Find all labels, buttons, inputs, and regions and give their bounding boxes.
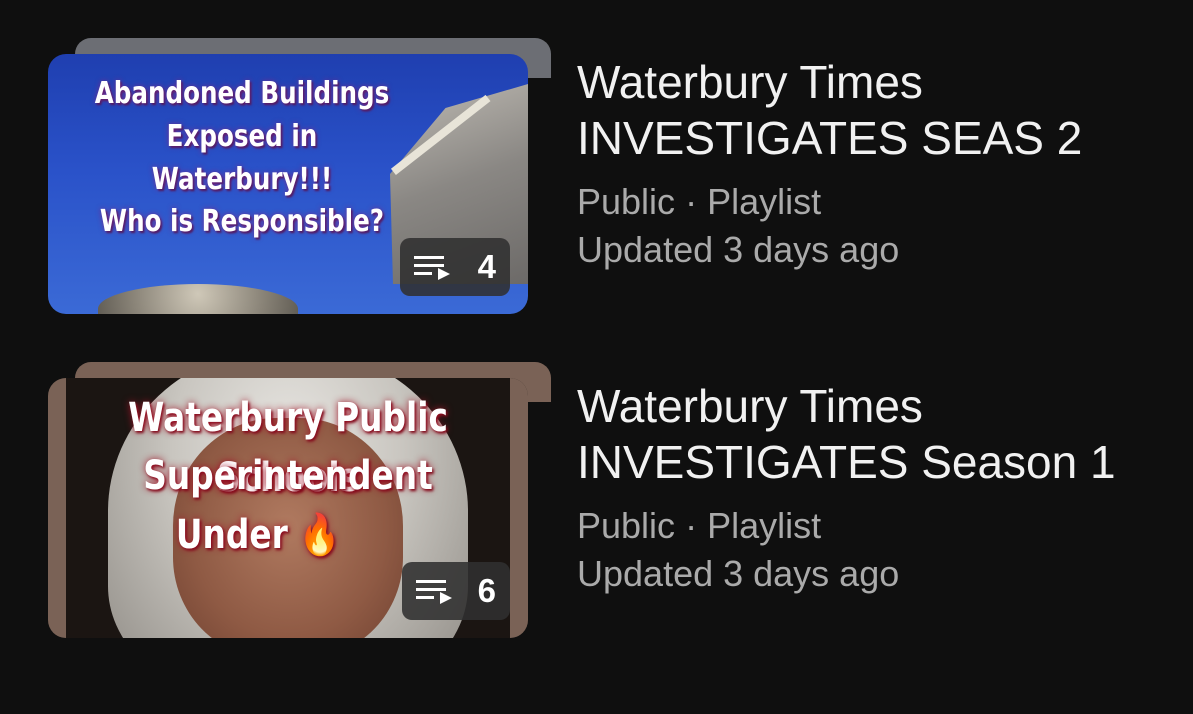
playlist-info[interactable]: Waterbury Times INVESTIGATES Season 1 Pu…	[577, 378, 1167, 598]
playlist-meta: Public · Playlist Updated 3 days ago	[577, 502, 1167, 598]
playlist-title[interactable]: Waterbury Times INVESTIGATES SEAS 2	[577, 54, 1167, 166]
playlist-list: Abandoned Buildings Exposed in Waterbury…	[0, 0, 1193, 714]
playlist-item[interactable]: Waterbury Public Schools Superintendent …	[0, 362, 1193, 652]
playlist-queue-icon	[416, 580, 452, 604]
thumbnail-image: Abandoned Buildings Exposed in Waterbury…	[48, 54, 528, 314]
playlist-visibility-line: Public · Playlist	[577, 178, 1167, 226]
visibility-label: Public	[577, 181, 676, 222]
playlist-queue-icon	[414, 256, 450, 280]
playlist-meta: Public · Playlist Updated 3 days ago	[577, 178, 1167, 274]
playlist-visibility-line: Public · Playlist	[577, 502, 1167, 550]
thumbnail-caption-line: Who is Responsible?	[99, 204, 385, 239]
playlist-type-label: Playlist	[707, 505, 822, 546]
thumbnail-image: Waterbury Public Schools Superintendent …	[48, 378, 528, 638]
playlist-thumbnail[interactable]: Waterbury Public Schools Superintendent …	[48, 362, 551, 639]
playlist-thumbnail[interactable]: Abandoned Buildings Exposed in Waterbury…	[48, 38, 551, 315]
video-count: 4	[477, 248, 496, 285]
playlist-title[interactable]: Waterbury Times INVESTIGATES Season 1	[577, 378, 1167, 490]
rubble-graphic	[98, 284, 298, 314]
thumbnail-caption-line: Abandoned Buildings	[94, 76, 390, 111]
updated-label: Updated 3 days ago	[577, 229, 900, 270]
thumbnail-caption-line: Superintendent	[143, 453, 433, 499]
thumbnail-caption-line: Under 🔥	[175, 512, 341, 558]
thumbnail-caption-line: Exposed in Waterbury!!!	[151, 119, 333, 197]
thumbnail-border-right	[510, 378, 528, 638]
meta-separator: ·	[685, 181, 698, 222]
video-count: 6	[477, 572, 496, 609]
video-count-badge: 4	[400, 238, 510, 296]
meta-separator: ·	[685, 505, 698, 546]
playlist-info[interactable]: Waterbury Times INVESTIGATES SEAS 2 Publ…	[577, 54, 1167, 274]
playlist-type-label: Playlist	[707, 181, 822, 222]
updated-label: Updated 3 days ago	[577, 553, 900, 594]
playlist-item[interactable]: Abandoned Buildings Exposed in Waterbury…	[0, 38, 1193, 328]
video-count-badge: 6	[402, 562, 510, 620]
visibility-label: Public	[577, 505, 676, 546]
